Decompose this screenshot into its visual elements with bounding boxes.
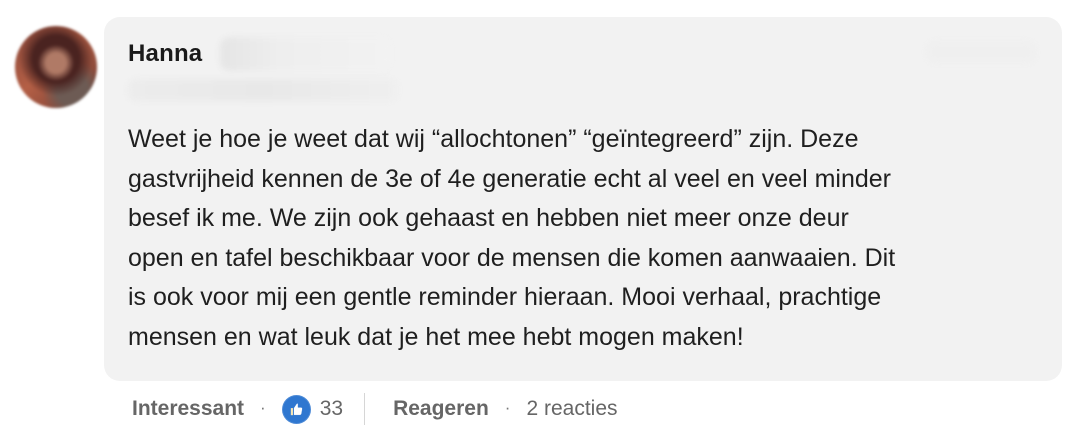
action-divider xyxy=(364,393,366,425)
comment-bubble: Hanna Weet je hoe je weet dat wij “alloc… xyxy=(104,17,1062,381)
separator-dot: · xyxy=(504,398,511,417)
replies-count[interactable]: 2 reacties xyxy=(526,397,617,421)
comment-actions: Interessant · 33 Reageren · 2 reacties xyxy=(132,391,618,427)
author-name[interactable]: Hanna xyxy=(128,40,202,68)
blurred-name-region xyxy=(220,37,390,71)
comment-text: Weet je hoe je weet dat wij “allochtonen… xyxy=(128,125,896,351)
thumbs-up-icon-svg xyxy=(290,402,303,415)
separator-dot: · xyxy=(260,398,266,417)
comment-thread: Hanna Weet je hoe je weet dat wij “alloc… xyxy=(0,0,1084,434)
reaction-count[interactable]: 33 xyxy=(320,397,343,421)
reply-action[interactable]: Reageren xyxy=(393,397,489,421)
blurred-top-right-region xyxy=(926,41,1036,63)
thumbs-up-icon xyxy=(281,394,311,424)
avatar[interactable] xyxy=(15,26,97,108)
blurred-subtitle-region xyxy=(128,79,398,101)
interessant-action[interactable]: Interessant xyxy=(132,397,244,421)
